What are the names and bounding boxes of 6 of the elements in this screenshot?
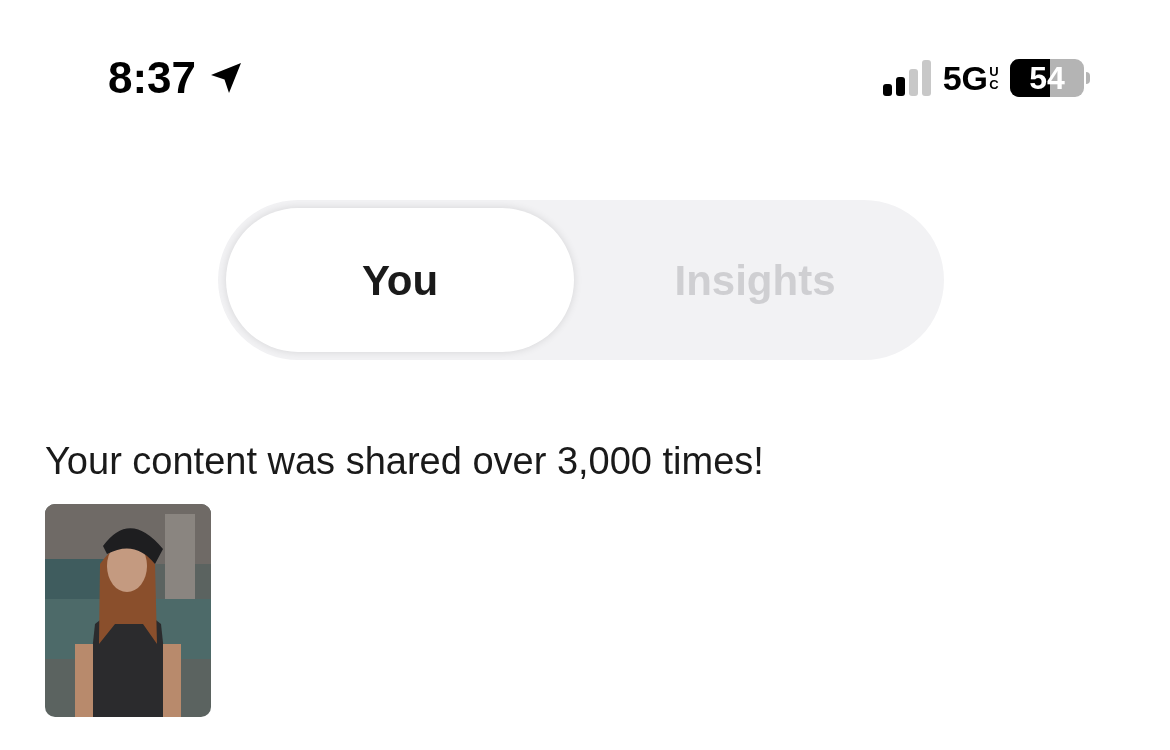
- network-label: 5G: [942, 61, 988, 95]
- tab[interactable]: You: [226, 208, 574, 352]
- share-message: Your content was shared over 3,000 times!: [45, 439, 765, 484]
- status-time: 8:37: [108, 56, 197, 100]
- network-suffix: UC: [988, 65, 1000, 91]
- signal-icon: [882, 60, 933, 96]
